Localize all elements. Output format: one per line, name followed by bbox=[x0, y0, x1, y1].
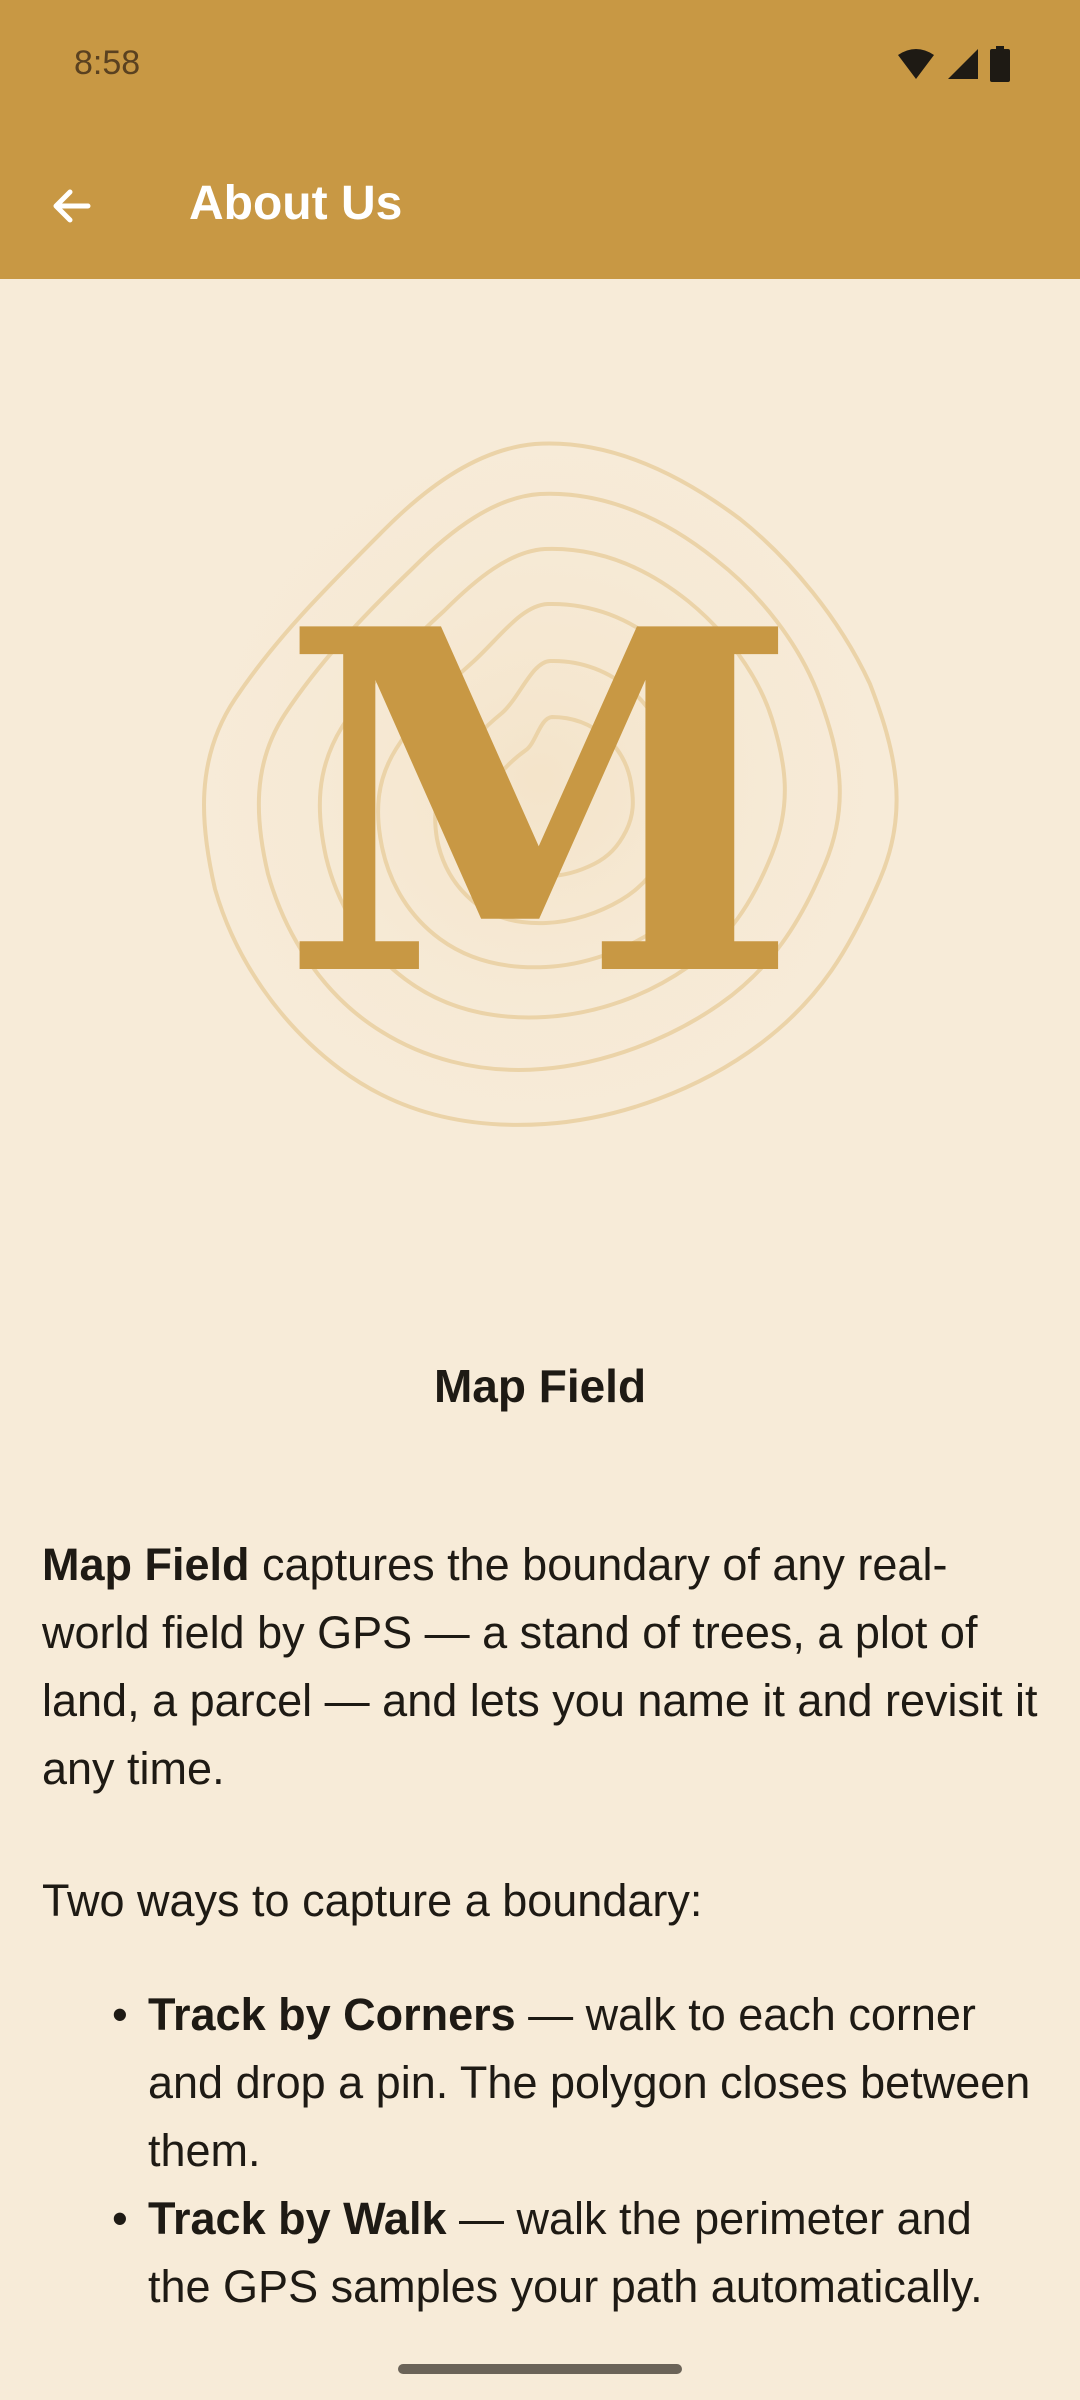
logo-letter: M bbox=[280, 528, 800, 1080]
status-time: 8:58 bbox=[74, 44, 141, 82]
status-icons bbox=[896, 46, 1010, 82]
battery-icon bbox=[990, 46, 1010, 82]
intro-bold: Map Field bbox=[42, 1539, 250, 1590]
list-item: Track by Corners — walk to each corner a… bbox=[112, 1981, 1042, 2185]
list-item: Track by Walk — walk the perimeter and t… bbox=[112, 2185, 1042, 2321]
ways-heading: Two ways to capture a boundary: bbox=[42, 1875, 703, 1926]
status-bar: 8:58 bbox=[0, 0, 1080, 130]
app-name: Map Field bbox=[433, 1360, 647, 1412]
bullet-title: Track by Corners bbox=[148, 1989, 516, 2040]
home-indicator[interactable] bbox=[398, 2364, 682, 2374]
bullet-title: Track by Walk bbox=[148, 2193, 447, 2244]
signal-icon bbox=[948, 49, 978, 79]
page-title: About Us bbox=[189, 177, 403, 230]
app-logo: M bbox=[140, 379, 940, 1179]
back-button[interactable] bbox=[36, 170, 108, 242]
app-bar: About Us bbox=[0, 130, 1080, 279]
about-content[interactable]: M Map Field Map Field captures the bound… bbox=[0, 279, 1080, 2339]
arrow-left-icon bbox=[53, 189, 91, 223]
intro-paragraph: Map Field captures the boundary of any r… bbox=[42, 1531, 1042, 1803]
wifi-icon bbox=[898, 49, 934, 79]
capture-methods-list: Track by Corners — walk to each corner a… bbox=[112, 1981, 1042, 2321]
